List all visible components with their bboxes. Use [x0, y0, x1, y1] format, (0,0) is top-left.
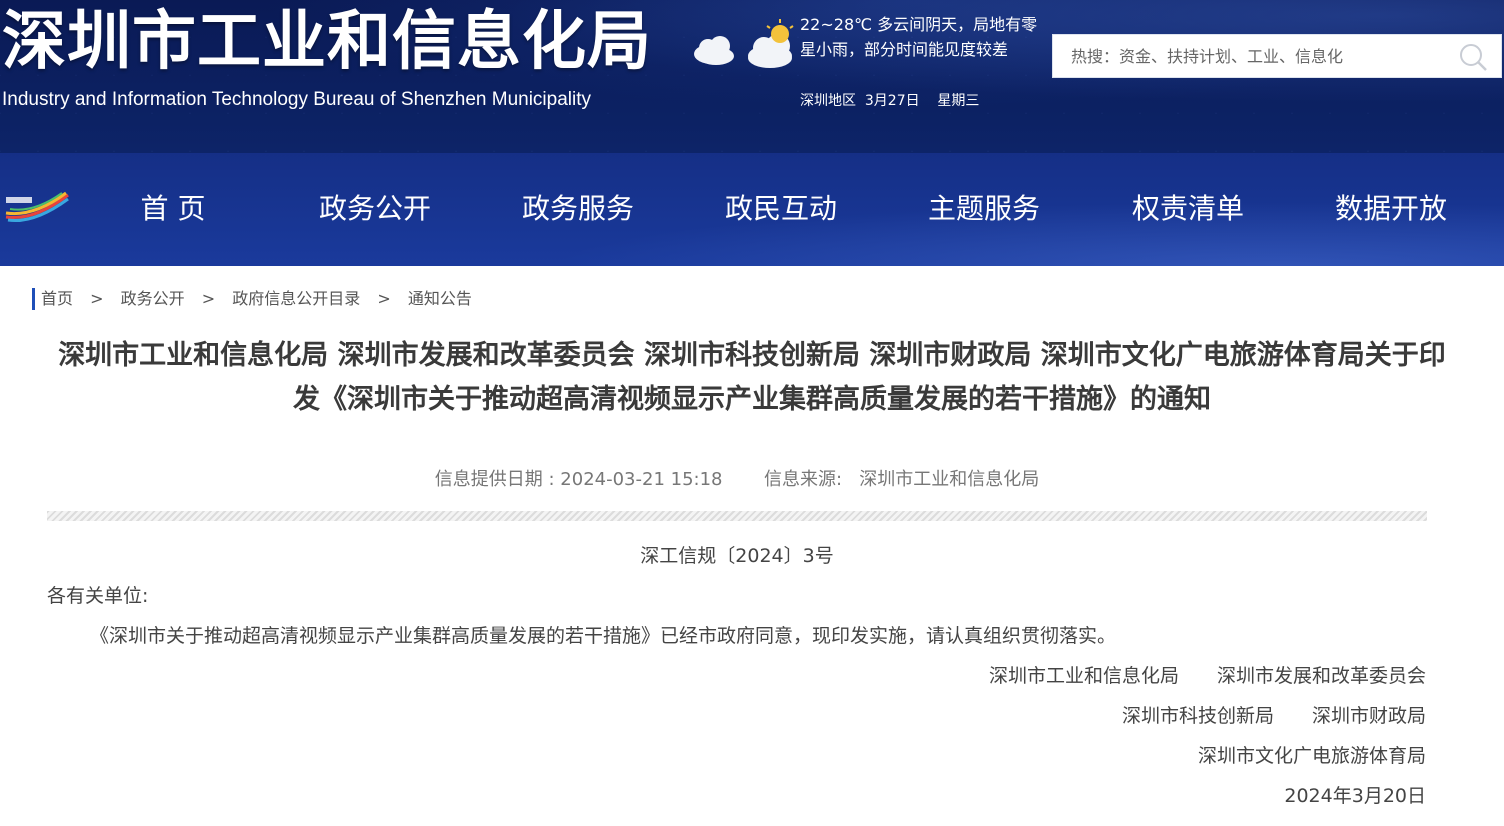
nav-item-public-interaction[interactable]: 政民互动 [711, 183, 851, 235]
breadcrumb-separator: > [201, 289, 216, 308]
nav-item-responsibility-list[interactable]: 权责清单 [1118, 183, 1258, 235]
signatory-line-2: 深圳市科技创新局 深圳市财政局 [1122, 704, 1426, 728]
site-title-en: Industry and Information Technology Bure… [2, 89, 592, 110]
site-title-cn: 深圳市工业和信息化局 [2, 5, 652, 79]
breadcrumb: 首页 > 政务公开 > 政府信息公开目录 > 通知公告 [32, 288, 472, 310]
article-salutation: 各有关单位: [47, 585, 149, 607]
breadcrumb-home[interactable]: 首页 [41, 289, 73, 308]
breadcrumb-notices[interactable]: 通知公告 [408, 289, 472, 308]
document-number: 深工信规〔2024〕3号 [640, 545, 834, 567]
signatory-line-1: 深圳市工业和信息化局 深圳市发展和改革委员会 [989, 664, 1426, 688]
breadcrumb-separator: > [377, 289, 391, 308]
weather-description: 22~28℃ 多云间阴天，局地有零星小雨，部分时间能见度较差 [800, 15, 1038, 59]
article-content: 首页 > 政务公开 > 政府信息公开目录 > 通知公告 深圳市工业和信息化局 深… [0, 266, 1504, 826]
article-meta: 信息提供日期 : 2024-03-21 15:18 信息来源: 深圳市工业和信息… [0, 468, 1474, 492]
signatory: 深圳市文化广电旅游体育局 [1197, 745, 1426, 767]
article-title: 深圳市工业和信息化局 深圳市发展和改革委员会 深圳市科技创新局 深圳市财政局 深… [58, 340, 1446, 415]
search-box [1052, 34, 1502, 78]
nav-item-home[interactable]: 首 页 [118, 183, 228, 235]
nav-item-topic-services[interactable]: 主题服务 [914, 183, 1054, 235]
breadcrumb-info-catalog[interactable]: 政府信息公开目录 [232, 289, 360, 308]
article-body: 《深圳市关于推动超高清视频显示产业集群高质量发展的若干措施》已经市政府同意，现印… [90, 625, 1117, 647]
breadcrumb-separator: > [90, 289, 104, 308]
weather-cloudy-icon [694, 19, 794, 68]
breadcrumb-government-affairs[interactable]: 政务公开 [121, 289, 185, 308]
signatory: 深圳市财政局 [1311, 705, 1426, 727]
search-icon[interactable] [1457, 41, 1489, 73]
signatory-line-3: 深圳市文化广电旅游体育局 [1198, 744, 1426, 768]
shenzhen-logo-icon [5, 191, 69, 223]
article-divider [47, 511, 1427, 521]
nav-item-government-affairs[interactable]: 政务公开 [305, 183, 445, 235]
signatory: 深圳市工业和信息化局 [988, 665, 1179, 687]
signatory: 深圳市发展和改革委员会 [1216, 665, 1426, 687]
main-nav: 首 页 政务公开 政务服务 政民互动 主题服务 权责清单 数据开放 [0, 153, 1504, 266]
signatory: 深圳市科技创新局 [1121, 705, 1274, 727]
nav-item-open-data[interactable]: 数据开放 [1321, 183, 1461, 235]
sign-date: 2024年3月20日 [1284, 785, 1426, 807]
nav-item-government-services[interactable]: 政务服务 [508, 183, 648, 235]
article-source: 信息来源: 深圳市工业和信息化局 [763, 469, 1040, 490]
search-input[interactable] [1053, 35, 1443, 77]
article-date: 信息提供日期 : 2024-03-21 15:18 [434, 469, 723, 490]
site-header: 深圳市工业和信息化局 Industry and Information Tech… [0, 0, 1504, 153]
weather-region-date: 深圳地区 3月27日 星期三 [800, 93, 980, 109]
